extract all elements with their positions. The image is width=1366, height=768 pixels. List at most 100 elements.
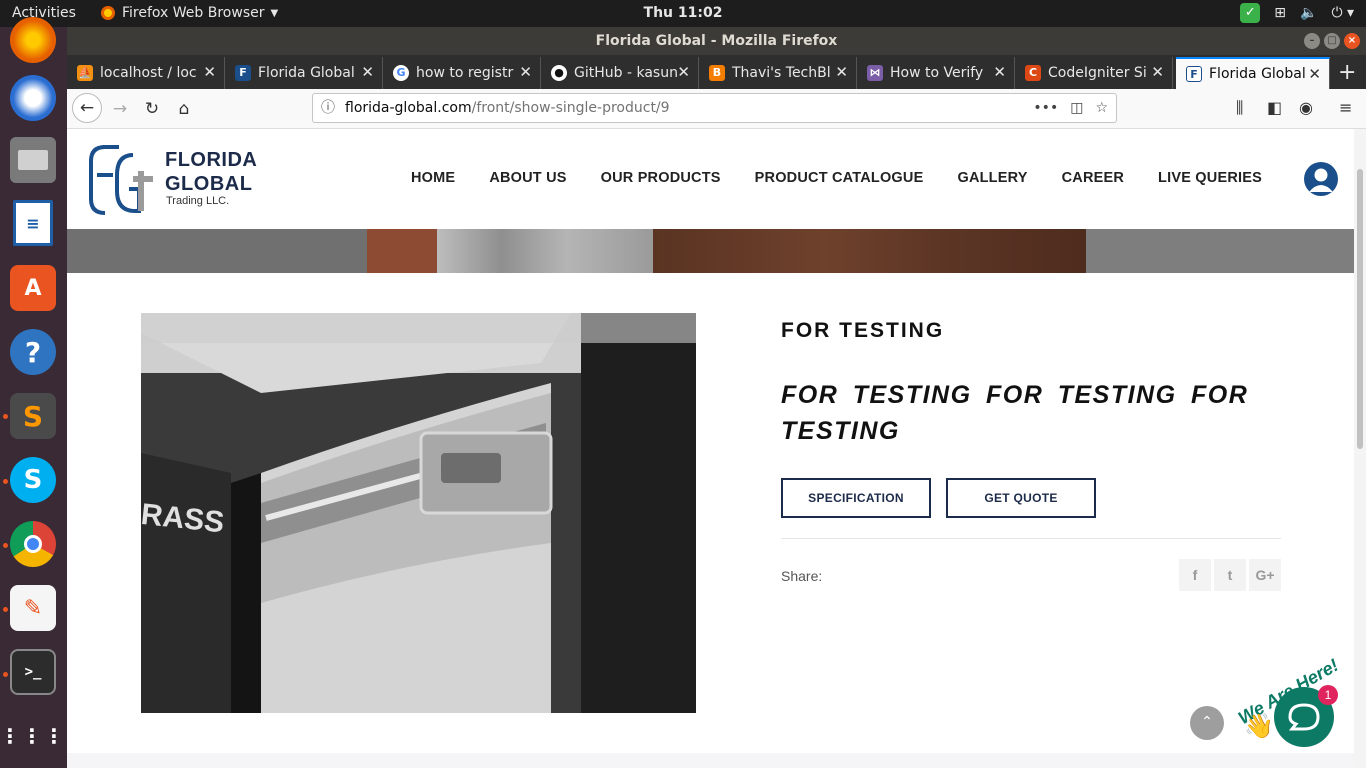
power-icon[interactable]: ⏻ ▾ xyxy=(1331,5,1354,21)
minimize-button[interactable]: – xyxy=(1304,33,1320,49)
maximize-button[interactable]: □ xyxy=(1324,33,1340,49)
window-title: Florida Global - Mozilla Firefox xyxy=(595,33,838,49)
logo-line-1: FLORIDA xyxy=(165,149,258,171)
nav-career[interactable]: CAREER xyxy=(1062,170,1124,186)
tab-title: GitHub - kasun xyxy=(574,65,678,81)
sublime-dock-icon[interactable]: S xyxy=(10,393,56,439)
tab-florida-global-active[interactable]: F Florida Global ✕ xyxy=(1176,57,1330,89)
waving-hand-icon: 👋 xyxy=(1244,712,1274,740)
tab-title: localhost / loc xyxy=(100,65,197,81)
show-applications-icon[interactable]: ⋮⋮⋮ xyxy=(0,713,64,759)
close-tab-icon[interactable]: ✕ xyxy=(1308,65,1321,83)
nav-gallery[interactable]: GALLERY xyxy=(957,170,1027,186)
site-logo[interactable]: FLORIDA GLOBAL Trading LLC. xyxy=(89,141,269,217)
files-dock-icon[interactable] xyxy=(10,137,56,183)
system-tray[interactable]: ✓ ⊞ 🔈 ⏻ ▾ xyxy=(1240,3,1354,23)
sidebar-icon[interactable]: ◧ xyxy=(1267,98,1282,117)
tab-blogger[interactable]: B Thavi's TechBl ✕ xyxy=(699,57,857,89)
running-indicator xyxy=(3,543,8,548)
scroll-to-top-button[interactable]: ⌃ xyxy=(1190,706,1224,740)
pocket-icon[interactable]: ◫ xyxy=(1070,94,1083,122)
product-description: FOR TESTING FOR TESTING FOR TESTING xyxy=(781,381,1249,445)
app-menu[interactable]: Firefox Web Browser ▼ xyxy=(100,5,278,21)
tab-florida-global[interactable]: F Florida Global ✕ xyxy=(225,57,383,89)
bookmark-star-icon[interactable]: ☆ xyxy=(1095,94,1108,122)
tab-bar: ⛵ localhost / loc ✕ F Florida Global ✕ G… xyxy=(67,55,1366,89)
forward-button[interactable]: → xyxy=(106,95,134,123)
library-icon[interactable]: ⫼ xyxy=(1236,98,1243,118)
account-icon[interactable]: ◉ xyxy=(1299,98,1313,117)
nav-our-products[interactable]: OUR PRODUCTS xyxy=(601,170,721,186)
tab-how-to-verify[interactable]: ⋈ How to Verify ✕ xyxy=(857,57,1015,89)
nav-about-us[interactable]: ABOUT US xyxy=(489,170,566,186)
thunderbird-dock-icon[interactable] xyxy=(10,75,56,121)
tab-codeigniter[interactable]: C CodeIgniter Si ✕ xyxy=(1015,57,1173,89)
nav-product-catalogue[interactable]: PRODUCT CATALOGUE xyxy=(755,170,924,186)
app-menu-label: Firefox Web Browser xyxy=(122,5,265,21)
page-scrollbar[interactable] xyxy=(1354,129,1366,768)
user-account-icon[interactable] xyxy=(1304,162,1338,196)
close-window-button[interactable]: × xyxy=(1344,33,1360,49)
link-icon: ⋈ xyxy=(867,65,883,81)
close-tab-icon[interactable]: ✕ xyxy=(1151,63,1164,81)
url-bar[interactable]: ⓘ florida-global.com/front/show-single-p… xyxy=(312,93,1117,123)
close-tab-icon[interactable]: ✕ xyxy=(519,63,532,81)
twitter-icon[interactable]: t xyxy=(1214,559,1246,591)
back-button[interactable]: ← xyxy=(72,93,102,123)
facebook-icon[interactable]: f xyxy=(1179,559,1211,591)
close-tab-icon[interactable]: ✕ xyxy=(993,63,1006,81)
menu-icon[interactable]: ≡ xyxy=(1339,98,1352,117)
window-titlebar: Florida Global - Mozilla Firefox – □ × xyxy=(67,27,1366,55)
running-indicator xyxy=(3,479,8,484)
fgt-icon: F xyxy=(1186,66,1202,82)
new-tab-button[interactable]: + xyxy=(1338,60,1356,85)
divider xyxy=(781,538,1281,539)
close-tab-icon[interactable]: ✕ xyxy=(361,63,374,81)
skype-dock-icon[interactable]: S xyxy=(10,457,56,503)
close-tab-icon[interactable]: ✕ xyxy=(677,63,690,81)
running-indicator xyxy=(3,672,8,677)
main-nav: HOME ABOUT US OUR PRODUCTS PRODUCT CATAL… xyxy=(411,170,1296,186)
site-info-icon[interactable]: ⓘ xyxy=(321,94,335,122)
update-check-icon[interactable]: ✓ xyxy=(1240,3,1261,23)
web-page: FLORIDA GLOBAL Trading LLC. HOME ABOUT U… xyxy=(67,129,1354,768)
page-actions-icon[interactable]: ••• xyxy=(1033,94,1058,122)
close-tab-icon[interactable]: ✕ xyxy=(203,63,216,81)
github-icon: ● xyxy=(551,65,567,81)
get-quote-button[interactable]: GET QUOTE xyxy=(946,478,1096,518)
site-header: FLORIDA GLOBAL Trading LLC. HOME ABOUT U… xyxy=(67,129,1354,229)
nav-home[interactable]: HOME xyxy=(411,170,455,186)
blogger-icon: B xyxy=(709,65,725,81)
home-button[interactable]: ⌂ xyxy=(170,95,198,123)
tab-title: how to registr xyxy=(416,65,514,81)
notification-badge: 1 xyxy=(1318,685,1338,705)
live-chat-widget[interactable]: We Are Here! 👋 1 xyxy=(1230,654,1354,754)
codeigniter-icon: C xyxy=(1025,65,1041,81)
system-top-bar: Activities Firefox Web Browser ▼ Thu 11:… xyxy=(0,0,1366,27)
specification-button[interactable]: SPECIFICATION xyxy=(781,478,931,518)
nav-live-queries[interactable]: LIVE QUERIES xyxy=(1158,170,1262,186)
clock[interactable]: Thu 11:02 xyxy=(644,5,723,21)
software-center-dock-icon[interactable]: A xyxy=(10,265,56,311)
reload-button[interactable]: ↻ xyxy=(138,95,166,123)
chrome-dock-icon[interactable] xyxy=(10,521,56,567)
text-editor-dock-icon[interactable]: ✎ xyxy=(10,585,56,631)
tab-title: How to Verify xyxy=(890,65,984,81)
fgt-icon: F xyxy=(235,65,251,81)
fgt-logo-mark xyxy=(89,145,153,215)
scrollbar-thumb[interactable] xyxy=(1357,169,1363,449)
volume-icon[interactable]: 🔈 xyxy=(1300,5,1317,21)
tab-phpmyadmin[interactable]: ⛵ localhost / loc ✕ xyxy=(67,57,225,89)
writer-dock-icon[interactable]: ≡ xyxy=(13,200,53,246)
close-tab-icon[interactable]: ✕ xyxy=(835,63,848,81)
url-text[interactable]: florida-global.com/front/show-single-pro… xyxy=(345,94,670,122)
help-dock-icon[interactable]: ? xyxy=(10,329,56,375)
google-plus-icon[interactable]: G+ xyxy=(1249,559,1281,591)
tab-title: Florida Global xyxy=(258,65,355,81)
network-icon[interactable]: ⊞ xyxy=(1274,5,1286,21)
terminal-dock-icon[interactable]: >_ xyxy=(10,649,56,695)
tab-google-search[interactable]: G how to registr ✕ xyxy=(383,57,541,89)
tab-github[interactable]: ● GitHub - kasun ✕ xyxy=(541,57,699,89)
footer-strip xyxy=(67,753,1354,768)
firefox-dock-icon[interactable] xyxy=(10,17,56,63)
